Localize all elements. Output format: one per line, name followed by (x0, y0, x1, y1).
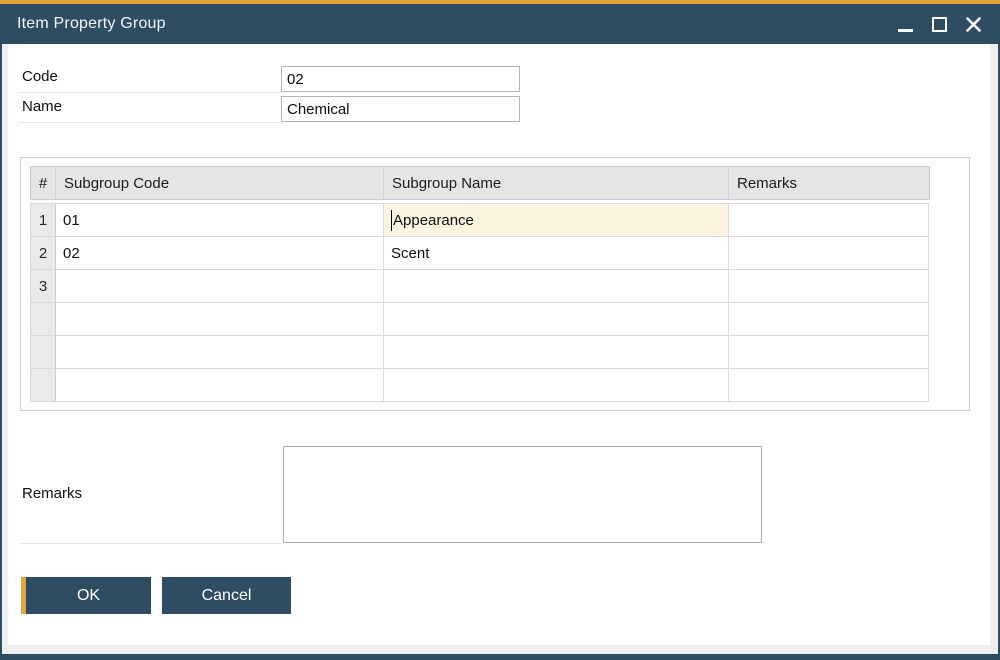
cell-subgroup-code[interactable]: 01 (56, 204, 384, 237)
cell-subgroup-code-text: 02 (63, 245, 80, 262)
dialog-content: Code Name # Subgroup Code Subgroup Name … (8, 44, 990, 645)
row-number-cell[interactable] (31, 369, 56, 402)
cell-subgroup-name[interactable] (384, 270, 729, 303)
subgroup-table: # Subgroup Code Subgroup Name Remarks 10… (30, 166, 930, 402)
item-property-group-window: Item Property Group Code Name (0, 0, 1000, 660)
remarks-underline (19, 543, 282, 544)
code-label: Code (22, 68, 58, 85)
row-number-cell[interactable]: 3 (31, 270, 56, 303)
subgroup-table-container: # Subgroup Code Subgroup Name Remarks 10… (20, 157, 970, 411)
table-row (31, 303, 930, 336)
table-row: 1 01 Appearance (31, 204, 930, 237)
code-input[interactable] (281, 66, 520, 92)
code-underline (19, 92, 282, 93)
name-underline (19, 122, 282, 123)
cell-subgroup-name[interactable]: Scent (384, 237, 729, 270)
cell-subgroup-code[interactable]: 02 (56, 237, 384, 270)
cancel-button[interactable]: Cancel (162, 577, 291, 614)
row-number-cell-text: 2 (39, 245, 47, 262)
cell-remarks[interactable] (729, 237, 929, 270)
cell-subgroup-code-text: 01 (63, 212, 80, 229)
cell-subgroup-code[interactable] (56, 270, 384, 303)
minimize-icon (898, 29, 913, 32)
window-controls (893, 4, 986, 44)
name-label: Name (22, 98, 62, 115)
cell-subgroup-name[interactable] (384, 336, 729, 369)
subgroup-table-body: 1 01 Appearance 2 02 Scent 3 (30, 203, 930, 402)
cell-subgroup-code[interactable] (56, 303, 384, 336)
cell-subgroup-code[interactable] (56, 369, 384, 402)
cell-subgroup-name[interactable]: Appearance (384, 204, 729, 237)
maximize-button[interactable] (927, 10, 952, 38)
remarks-label: Remarks (22, 485, 82, 502)
cell-remarks[interactable] (729, 336, 929, 369)
table-row: 3 (31, 270, 930, 303)
cell-remarks[interactable] (729, 303, 929, 336)
minimize-button[interactable] (893, 10, 918, 38)
titlebar: Item Property Group (0, 4, 1000, 44)
close-button[interactable] (961, 10, 986, 38)
maximize-icon (932, 17, 947, 32)
remarks-textarea[interactable] (283, 446, 762, 543)
ok-button[interactable]: OK (21, 577, 151, 614)
cell-remarks[interactable] (729, 204, 929, 237)
row-number-cell[interactable] (31, 336, 56, 369)
window-title: Item Property Group (17, 15, 166, 33)
cell-subgroup-code[interactable] (56, 336, 384, 369)
column-header-row-number: # (31, 167, 56, 199)
row-number-cell[interactable]: 1 (31, 204, 56, 237)
row-number-cell[interactable]: 2 (31, 237, 56, 270)
column-header-subgroup-code: Subgroup Code (56, 167, 384, 199)
column-header-subgroup-name: Subgroup Name (384, 167, 729, 199)
row-number-cell-text: 3 (39, 278, 47, 295)
close-icon (966, 17, 981, 32)
subgroup-table-header: # Subgroup Code Subgroup Name Remarks (30, 166, 930, 200)
cell-subgroup-name-text: Appearance (393, 212, 474, 229)
text-cursor (391, 210, 392, 231)
cell-subgroup-name-text: Scent (391, 245, 429, 262)
cell-remarks[interactable] (729, 369, 929, 402)
cell-subgroup-name[interactable] (384, 303, 729, 336)
name-input[interactable] (281, 96, 520, 122)
column-header-remarks: Remarks (729, 167, 929, 199)
row-number-cell-text: 1 (39, 212, 47, 229)
cell-subgroup-name[interactable] (384, 369, 729, 402)
cell-remarks[interactable] (729, 270, 929, 303)
table-row (31, 336, 930, 369)
row-number-cell[interactable] (31, 303, 56, 336)
table-row: 2 02 Scent (31, 237, 930, 270)
table-row (31, 369, 930, 402)
